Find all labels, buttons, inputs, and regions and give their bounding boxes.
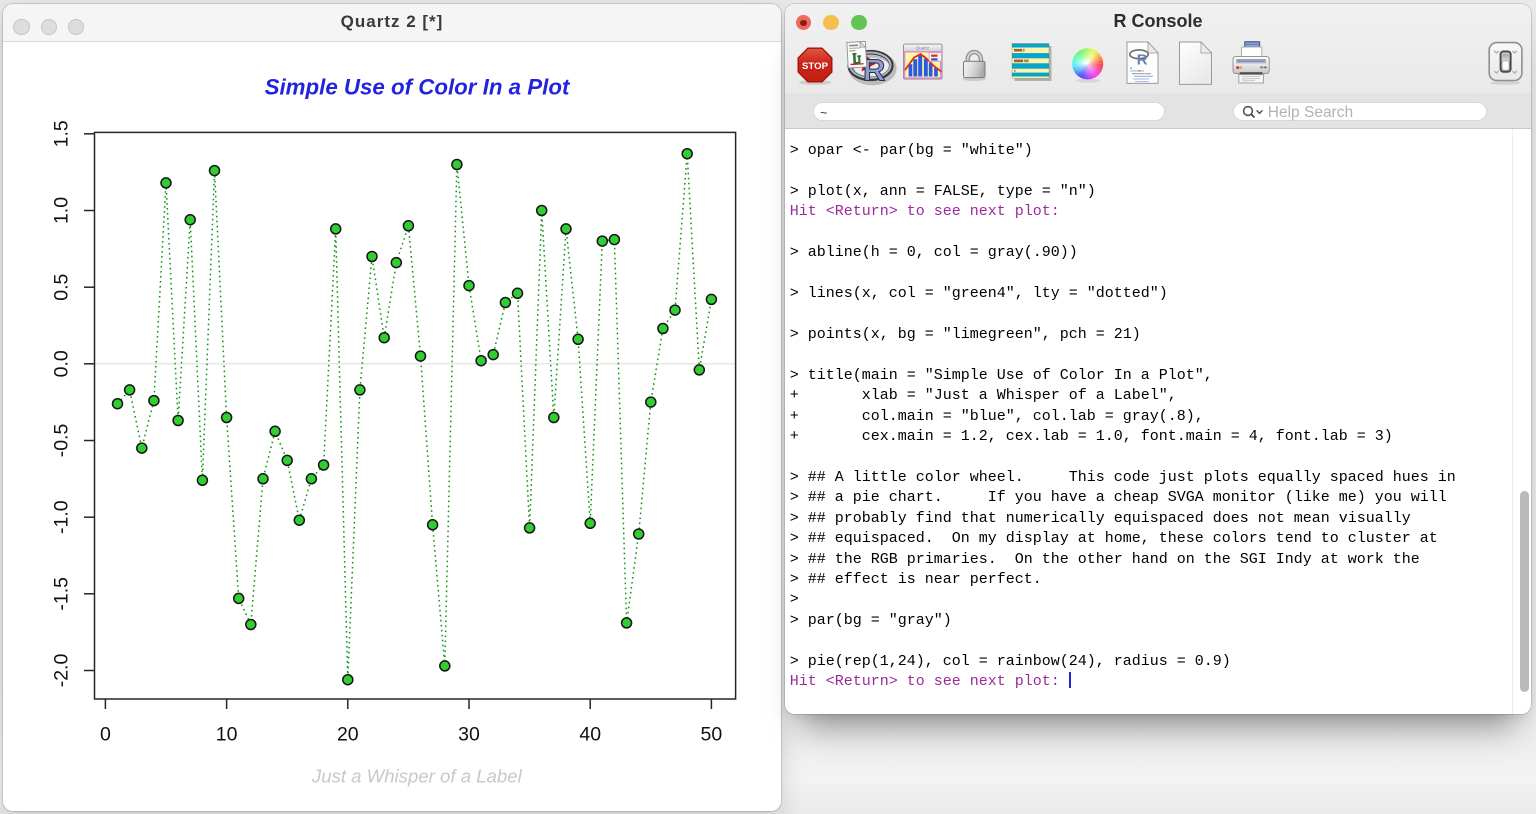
svg-text:0.0: 0.0 <box>50 350 72 377</box>
svg-text:Quartz: Quartz <box>916 46 930 51</box>
svg-text:-0.5: -0.5 <box>50 423 72 457</box>
svg-text:40: 40 <box>579 723 601 745</box>
svg-text:30: 30 <box>458 723 480 745</box>
svg-text:10: 10 <box>216 723 238 745</box>
svg-text:STOP: STOP <box>802 61 829 72</box>
svg-text:Just a Whisper of a Label: Just a Whisper of a Label <box>311 765 523 786</box>
svg-text:0.5: 0.5 <box>50 273 72 300</box>
svg-text:-1.0: -1.0 <box>50 500 72 534</box>
svg-text:1.0: 1.0 <box>50 196 72 223</box>
svg-text:-2.0: -2.0 <box>50 653 72 687</box>
svg-text:Simple Use of Color In a Plot: Simple Use of Color In a Plot <box>265 74 571 99</box>
svg-text:50: 50 <box>701 723 723 745</box>
svg-text:1.5: 1.5 <box>50 120 72 147</box>
svg-text:20: 20 <box>337 723 359 745</box>
svg-text:0: 0 <box>100 723 111 745</box>
svg-text:-1.5: -1.5 <box>50 576 72 610</box>
svg-text:R: R <box>1137 52 1148 69</box>
